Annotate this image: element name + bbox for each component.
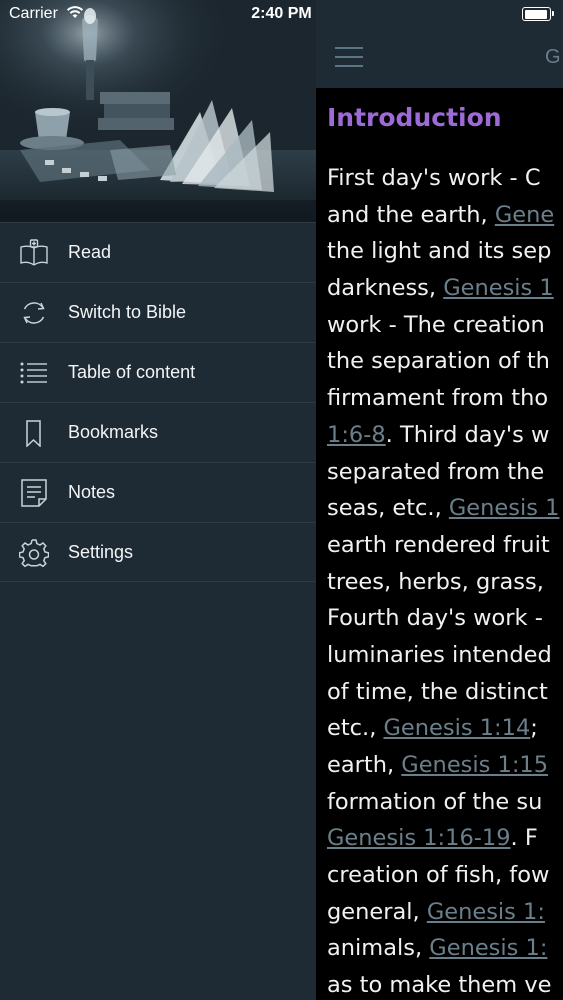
app-screen: Carrier 2:40 PM Read Switch to Bible Tab… <box>0 0 563 1000</box>
text-segment: firmament from tho <box>327 385 549 412</box>
notes-icon <box>21 479 47 507</box>
text-line: and the earth, Gene <box>327 198 563 235</box>
commentary-text: Introduction First day's work - C and the… <box>327 102 563 1000</box>
gear-icon <box>19 539 49 567</box>
text-segment: general, <box>327 898 427 925</box>
text-line: firmament from tho <box>327 381 563 418</box>
status-bar: Carrier 2:40 PM <box>0 0 563 28</box>
scripture-reference-link[interactable]: Genesis 1: <box>427 899 545 925</box>
text-line: formation of the su <box>327 785 563 822</box>
reading-view: G Introduction First day's work - C and t… <box>316 0 563 1000</box>
menu-item-label: Switch to Bible <box>68 302 187 322</box>
text-line: luminaries intended <box>327 638 563 675</box>
text-segment: trees, herbs, grass, <box>327 568 544 595</box>
text-segment: First day's work - C <box>327 165 541 191</box>
text-line: seas, etc., Genesis 1 <box>327 491 563 528</box>
scripture-reference-link[interactable]: Gene <box>495 202 554 228</box>
text-segment: . Third day's w <box>385 421 550 448</box>
text-segment: and the earth, <box>327 201 495 228</box>
text-segment: seas, etc., <box>327 495 449 522</box>
scripture-reference-link[interactable]: Genesis 1 <box>443 275 554 301</box>
scripture-reference-link[interactable]: Genesis 1 <box>449 495 560 521</box>
side-menu: Read Switch to Bible Table of content Bo… <box>0 0 316 1000</box>
battery-level <box>524 9 547 19</box>
text-line: First day's work - C <box>327 161 563 198</box>
text-segment: creation of fish, fow <box>327 862 550 889</box>
text-line: separated from the <box>327 455 563 492</box>
hamburger-bar <box>335 65 363 67</box>
nav-title: G <box>545 46 561 68</box>
text-line: creation of fish, fow <box>327 858 563 895</box>
text-segment: earth rendered fruit <box>327 531 550 558</box>
menu-item-notes[interactable]: Notes <box>0 462 316 522</box>
text-segment: formation of the su <box>327 788 543 815</box>
hamburger-menu-button[interactable] <box>335 47 363 67</box>
text-line: the light and its sep <box>327 234 563 271</box>
text-segment: ; <box>530 715 538 742</box>
menu-item-bookmarks[interactable]: Bookmarks <box>0 402 316 462</box>
text-segment: separated from the <box>327 458 545 485</box>
text-segment: animals, <box>327 935 430 962</box>
text-line: the separation of th <box>327 344 563 381</box>
scripture-reference-link[interactable]: Genesis 1:16-19 <box>327 825 511 851</box>
menu-header-image <box>0 0 316 222</box>
text-line: darkness, Genesis 1 <box>327 271 563 308</box>
text-segment: as to make them ve <box>327 972 552 999</box>
section-heading: Introduction <box>327 103 502 132</box>
battery-icon <box>522 7 554 21</box>
text-segment: of time, the distinct <box>327 678 548 705</box>
menu-item-label: Table of content <box>68 362 196 382</box>
text-line: Genesis 1:16-19. F <box>327 821 563 858</box>
menu-item-label: Notes <box>68 482 116 502</box>
menu-list: Read Switch to Bible Table of content Bo… <box>0 222 316 582</box>
hamburger-bar <box>335 47 363 49</box>
text-segment: darkness, <box>327 275 444 302</box>
menu-item-table-of-content[interactable]: Table of content <box>0 342 316 402</box>
clock: 2:40 PM <box>251 5 312 22</box>
menu-item-read[interactable]: Read <box>0 222 316 282</box>
text-segment: work - The creation <box>327 311 545 338</box>
text-line: of time, the distinct <box>327 675 563 712</box>
bookmark-icon <box>26 420 41 447</box>
text-segment: . F <box>510 825 538 852</box>
text-line: work - The creation <box>327 308 563 345</box>
open-book-icon <box>20 239 48 266</box>
text-line: Fourth day's work - <box>327 601 563 638</box>
text-line: general, Genesis 1: <box>327 895 563 932</box>
text-lines: First day's work - C and the earth, Gene t… <box>327 161 563 1000</box>
scripture-reference-link[interactable]: Genesis 1:14 <box>384 715 531 741</box>
menu-item-label: Bookmarks <box>68 422 159 442</box>
scripture-reference-link[interactable]: Genesis 1: <box>429 935 547 961</box>
desk-scene-illustration <box>0 0 316 222</box>
text-line: animals, Genesis 1: <box>327 931 563 968</box>
text-segment: luminaries intended <box>327 641 552 668</box>
sync-icon <box>23 302 45 324</box>
text-line: as to make them ve <box>327 968 563 1000</box>
text-segment: earth, <box>327 752 402 778</box>
list-icon <box>20 362 47 384</box>
text-line: etc., Genesis 1:14; <box>327 711 563 748</box>
menu-item-label: Read <box>68 242 112 262</box>
menu-item-switch-to-bible[interactable]: Switch to Bible <box>0 282 316 342</box>
hamburger-bar <box>335 56 363 58</box>
scripture-reference-link[interactable]: 1:6-8 <box>327 422 386 448</box>
menu-item-settings[interactable]: Settings <box>0 522 316 582</box>
scripture-reference-link[interactable]: Genesis 1:15 <box>401 752 548 778</box>
menu-item-label: Settings <box>68 542 134 562</box>
text-segment: the separation of th <box>327 348 550 375</box>
text-line: 1:6-8. Third day's w <box>327 418 563 455</box>
text-segment: Fourth day's work - <box>327 605 543 632</box>
text-segment: the light and its sep <box>327 238 552 265</box>
text-line: trees, herbs, grass, <box>327 565 563 602</box>
text-line: earth, Genesis 1:15 <box>327 748 563 785</box>
text-line: earth rendered fruit <box>327 528 563 565</box>
text-segment: etc., <box>327 715 384 742</box>
